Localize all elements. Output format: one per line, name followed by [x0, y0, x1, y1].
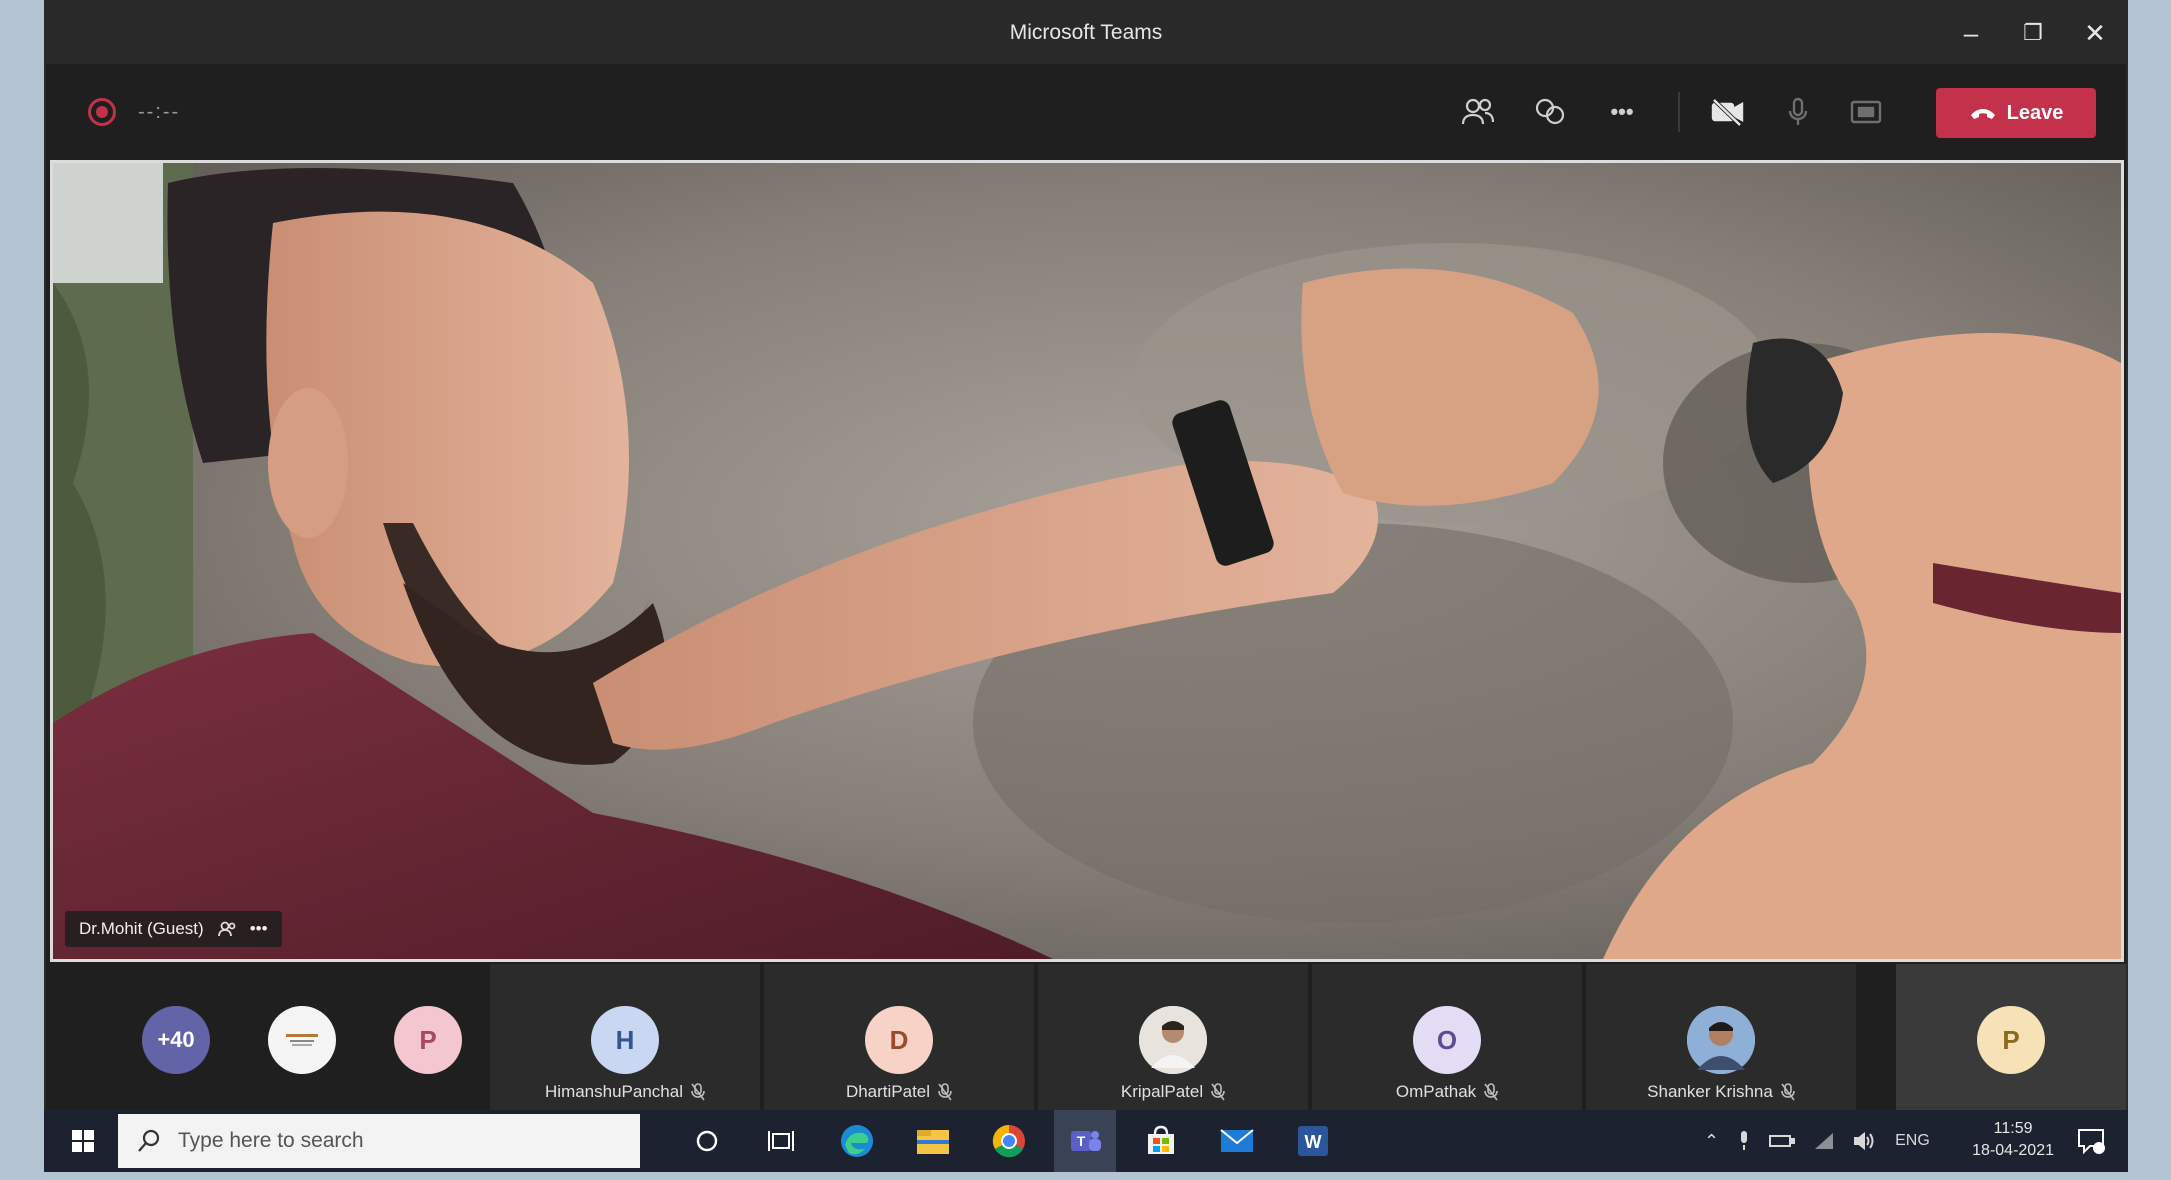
mail-icon[interactable]	[1206, 1110, 1268, 1172]
volume-icon[interactable]	[1853, 1131, 1877, 1151]
participant-tile[interactable]: P	[368, 964, 488, 1110]
main-video[interactable]: Dr.Mohit (Guest) •••	[50, 160, 2124, 962]
participant-tile[interactable]: H HimanshuPanchal	[490, 964, 760, 1110]
teams-icon[interactable]: T	[1054, 1110, 1116, 1172]
video-frame	[53, 163, 2121, 959]
profile-photo-icon	[1687, 1006, 1755, 1074]
microphone-icon[interactable]	[1737, 1130, 1751, 1152]
edge-icon[interactable]	[826, 1110, 888, 1172]
call-timer: --:--	[138, 101, 181, 123]
search-placeholder: Type here to search	[178, 1129, 364, 1152]
participant-tile[interactable]: P	[1896, 964, 2126, 1110]
teams-window: Microsoft Teams – ❐ ✕ --:-- ••• Leave Dr…	[44, 0, 2128, 1115]
leave-button[interactable]: Leave	[1936, 88, 2096, 138]
avatar	[1687, 1006, 1755, 1074]
participant-name: HimanshuPanchal	[545, 1082, 683, 1101]
share-tray-icon[interactable]	[1844, 92, 1888, 132]
search-icon	[138, 1129, 160, 1152]
taskbar-search-input[interactable]: Type here to search	[118, 1114, 640, 1168]
profile-photo-icon	[1139, 1006, 1207, 1074]
maximize-button[interactable]: ❐	[2002, 2, 2064, 64]
avatar: O	[1413, 1006, 1481, 1074]
participant-name: KripalPatel	[1120, 1082, 1204, 1101]
mic-icon[interactable]	[1776, 92, 1820, 132]
close-button[interactable]: ✕	[2064, 2, 2126, 64]
system-tray: ⌃ ENG	[1704, 1110, 1930, 1172]
svg-text:T: T	[1077, 1133, 1086, 1149]
avatar: P	[394, 1006, 462, 1074]
chat-icon[interactable]	[1528, 92, 1572, 132]
participant-strip: +40 P H HimanshuPanchal D DhartiPatel Kr…	[46, 964, 2126, 1110]
presenter-name-tag: Dr.Mohit (Guest) •••	[65, 911, 282, 947]
title-bar: Microsoft Teams – ❐ ✕	[46, 2, 2126, 64]
overflow-participants[interactable]: +40	[116, 964, 236, 1110]
windows-taskbar: Type here to search T W ⌃ ENG 11:59 18-0…	[44, 1110, 2128, 1172]
participant-name: Shanker Krishna	[1647, 1082, 1773, 1101]
logo-avatar-icon	[286, 1034, 318, 1046]
avatar: D	[865, 1006, 933, 1074]
word-icon[interactable]: W	[1282, 1110, 1344, 1172]
window-title: Microsoft Teams	[1009, 21, 1163, 44]
mic-muted-icon	[938, 1083, 952, 1101]
chrome-icon[interactable]	[978, 1110, 1040, 1172]
participant-name: DhartiPatel	[845, 1082, 931, 1101]
participant-tile[interactable]: Shanker Krishna	[1586, 964, 1856, 1110]
avatar	[1139, 1006, 1207, 1074]
presenter-more-button[interactable]: •••	[250, 919, 268, 939]
store-icon[interactable]	[1130, 1110, 1192, 1172]
people-icon[interactable]	[1456, 92, 1500, 132]
task-view-icon[interactable]	[750, 1110, 812, 1172]
guest-icon	[217, 921, 236, 937]
avatar: P	[1977, 1006, 2045, 1074]
mic-muted-icon	[1484, 1083, 1498, 1101]
svg-text:W: W	[1305, 1132, 1322, 1152]
minimize-button[interactable]: –	[1940, 2, 2002, 64]
participant-tile[interactable]: O OmPathak	[1312, 964, 1582, 1110]
battery-icon[interactable]	[1769, 1133, 1796, 1149]
camera-off-icon[interactable]	[1706, 92, 1750, 132]
call-toolbar: --:-- ••• Leave	[46, 64, 2126, 160]
recording-icon	[88, 98, 116, 126]
network-icon[interactable]	[1813, 1131, 1835, 1151]
participant-name: OmPathak	[1395, 1082, 1477, 1101]
participant-tile[interactable]	[242, 964, 362, 1110]
avatar: H	[591, 1006, 659, 1074]
clock[interactable]: 11:59 18-04-2021	[1972, 1118, 2054, 1162]
notification-icon[interactable]	[2060, 1110, 2122, 1172]
hang-up-icon	[1970, 109, 1995, 119]
mic-muted-icon	[1781, 1083, 1795, 1101]
overflow-count: +40	[142, 1006, 210, 1074]
language-indicator[interactable]: ENG	[1895, 1132, 1930, 1150]
cortana-icon[interactable]	[676, 1110, 738, 1172]
toolbar-divider	[1678, 92, 1680, 132]
leave-label: Leave	[2006, 101, 2064, 124]
clock-date: 18-04-2021	[1972, 1142, 2054, 1159]
clock-time: 11:59	[1993, 1120, 2033, 1137]
participant-tile[interactable]: D DhartiPatel	[764, 964, 1034, 1110]
more-options-button[interactable]: •••	[1600, 92, 1644, 132]
file-explorer-icon[interactable]	[902, 1110, 964, 1172]
avatar	[268, 1006, 336, 1074]
mic-muted-icon	[691, 1083, 705, 1101]
presenter-name: Dr.Mohit (Guest)	[79, 919, 204, 938]
windows-start-icon[interactable]	[52, 1110, 114, 1172]
chevron-up-icon[interactable]: ⌃	[1704, 1131, 1719, 1152]
participant-tile[interactable]: KripalPatel	[1038, 964, 1308, 1110]
mic-muted-icon	[1211, 1083, 1225, 1101]
